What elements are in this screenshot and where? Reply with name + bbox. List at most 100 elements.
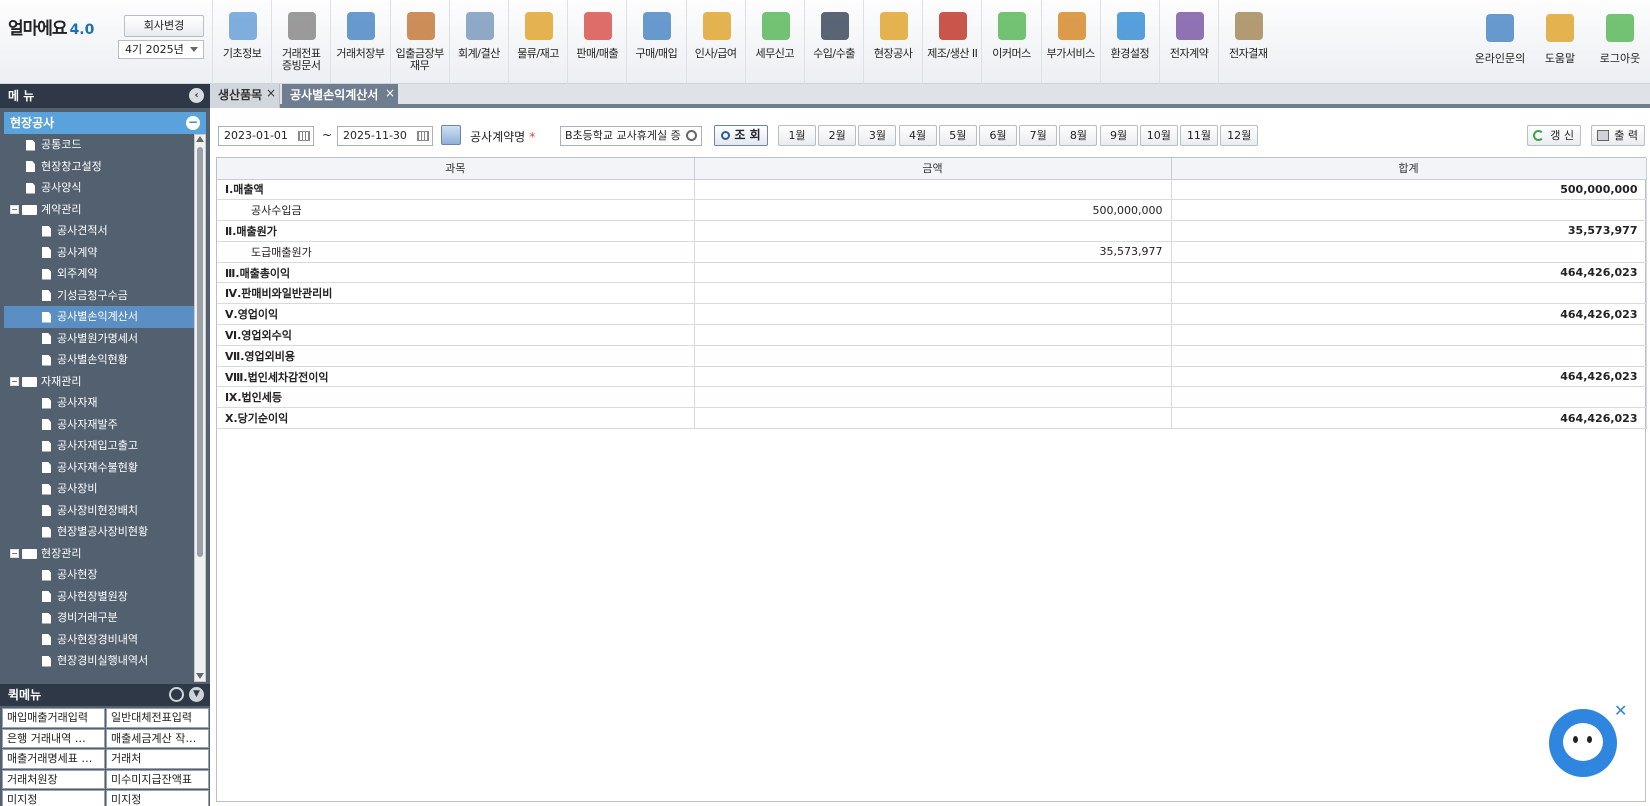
fiscal-period-select[interactable]: 4기 2025년 <box>118 40 204 59</box>
menu-item[interactable]: 공사자재수불현황 <box>4 457 194 479</box>
menu-item[interactable]: 공사별원가명세서 <box>4 328 194 350</box>
menu-section-title[interactable]: 현장공사 − <box>4 112 206 134</box>
calendar-icon[interactable] <box>298 131 310 141</box>
quick-menu-item[interactable]: 미수미지급잔액표 <box>106 769 209 789</box>
tab-project-income-statement[interactable]: 공사별손익계산서 × <box>282 84 398 108</box>
table-row[interactable]: Ⅵ.영업외수익 <box>217 324 1647 346</box>
month-button-3[interactable]: 3월 <box>858 125 897 146</box>
quick-menu-item[interactable]: 은행 거래내역 … <box>2 728 105 748</box>
contract-name-input[interactable]: B초등학교 교사휴게실 증 <box>560 126 702 146</box>
module-16[interactable]: 환경설정 <box>1099 0 1159 84</box>
menu-folder[interactable]: − 계약관리 <box>4 199 194 221</box>
module-6[interactable]: 물류/재고 <box>507 0 567 84</box>
menu-item[interactable]: 외주계약 <box>4 263 194 285</box>
month-button-9[interactable]: 9월 <box>1099 125 1138 146</box>
module-4[interactable]: 입출금장부 재무 <box>389 0 449 84</box>
table-row[interactable]: 공사수입금 500,000,000 <box>217 199 1647 222</box>
menu-item[interactable]: 공사장비현장배치 <box>4 500 194 522</box>
month-button-1[interactable]: 1월 <box>778 125 816 146</box>
module-10[interactable]: 세무신고 <box>744 0 804 84</box>
menu-item[interactable]: 공통코드 <box>4 134 194 156</box>
menu-item[interactable]: 공사자재발주 <box>4 414 194 436</box>
month-button-8[interactable]: 8월 <box>1059 125 1098 146</box>
column-header-total[interactable]: 합계 <box>1171 158 1647 180</box>
module-3[interactable]: 거래처장부 <box>330 0 389 84</box>
table-row[interactable]: Ⅱ.매출원가 35,573,977 <box>217 220 1647 242</box>
table-row[interactable]: Ⅷ.법인세차감전이익 464,426,023 <box>217 366 1647 388</box>
menu-item[interactable]: 공사자재 <box>4 392 194 414</box>
date-from-input[interactable]: 2023-01-01 <box>218 126 314 146</box>
module-9[interactable]: 인사/급여 <box>685 0 745 84</box>
close-icon[interactable]: × <box>266 82 276 104</box>
menu-item[interactable]: 현장별공사장비현황 <box>4 521 194 543</box>
close-icon[interactable]: ✕ <box>1614 701 1627 720</box>
table-row[interactable]: 도급매출원가 35,573,977 <box>217 241 1647 263</box>
quick-menu-item[interactable]: 매입매출거래입력 <box>2 708 105 728</box>
menu-folder[interactable]: − 현장관리 <box>4 543 194 565</box>
menu-item[interactable]: 공사장비 <box>4 478 194 500</box>
module-18[interactable]: 전자결재 <box>1218 0 1277 84</box>
date-to-input[interactable]: 2025-11-30 <box>337 126 433 146</box>
scroll-thumb[interactable] <box>197 147 203 557</box>
quick-menu-item[interactable]: 일반대체전표입력 <box>106 708 209 728</box>
tab-production-items[interactable]: 생산품목 × <box>210 84 280 108</box>
menu-item[interactable]: 기성금청구수금 <box>4 285 194 307</box>
quick-menu-settings-icon[interactable] <box>169 687 184 702</box>
scroll-up-icon[interactable] <box>196 136 204 142</box>
quick-menu-item[interactable]: 미지정 <box>106 790 209 806</box>
menu-folder[interactable]: − 자재관리 <box>4 371 194 393</box>
menu-item[interactable]: 경비거래구분 <box>4 607 194 629</box>
table-row[interactable]: Ⅹ.당기순이익 464,426,023 <box>217 407 1647 430</box>
month-button-5[interactable]: 5월 <box>938 125 977 146</box>
refresh-button[interactable]: 갱 신 <box>1527 125 1581 146</box>
collapse-section-icon[interactable]: − <box>186 116 200 130</box>
month-button-6[interactable]: 6월 <box>979 125 1017 146</box>
module-17[interactable]: 전자계약 <box>1159 0 1218 84</box>
menu-item[interactable]: 현장창고설정 <box>4 156 194 178</box>
scroll-down-icon[interactable] <box>196 673 204 679</box>
month-button-4[interactable]: 4월 <box>898 125 937 146</box>
utility-2[interactable]: 도움말 <box>1530 0 1590 84</box>
menu-item[interactable]: 공사별손익현황 <box>4 349 194 371</box>
month-button-10[interactable]: 10월 <box>1139 125 1178 146</box>
module-7[interactable]: 판매/매출 <box>567 0 626 84</box>
quick-menu-item[interactable]: 매출세금계산 작… <box>106 728 209 748</box>
menu-item[interactable]: 공사견적서 <box>4 220 194 242</box>
menu-item[interactable]: 현장경비실행내역서 <box>4 650 194 672</box>
column-header-subject[interactable]: 과목 <box>217 158 695 180</box>
utility-1[interactable]: 온라인문의 <box>1470 0 1530 84</box>
menu-item[interactable]: 공사현장별원장 <box>4 586 194 608</box>
search-button[interactable]: 조 회 <box>714 125 768 146</box>
quick-menu-item[interactable]: 미지정 <box>2 790 105 806</box>
chatbot-bear-icon[interactable] <box>1549 709 1617 777</box>
menu-item[interactable]: 공사양식 <box>4 177 194 199</box>
quick-menu-item[interactable]: 거래처원장 <box>2 769 105 789</box>
quick-menu-item[interactable]: 거래처 <box>106 749 209 769</box>
collapse-toggle-icon[interactable]: − <box>10 205 19 214</box>
period-picker-icon[interactable] <box>441 125 461 145</box>
module-1[interactable]: 기초정보 <box>212 0 271 84</box>
module-13[interactable]: 제조/생산 II <box>922 0 981 84</box>
module-15[interactable]: 부가서비스 <box>1040 0 1100 84</box>
print-button[interactable]: 출 력 <box>1591 125 1645 146</box>
menu-item[interactable]: 공사계약 <box>4 242 194 264</box>
month-button-7[interactable]: 7월 <box>1019 125 1058 146</box>
table-row[interactable]: Ⅲ.매출총이익 464,426,023 <box>217 262 1647 284</box>
close-icon[interactable]: × <box>385 82 395 104</box>
menu-item[interactable]: 공사현장 <box>4 564 194 586</box>
quick-menu-item[interactable]: 매출거래명세표 … <box>2 749 105 769</box>
calendar-icon[interactable] <box>417 131 429 141</box>
utility-3[interactable]: 로그아웃 <box>1590 0 1650 84</box>
module-14[interactable]: 이커머스 <box>981 0 1040 84</box>
table-row[interactable]: Ⅳ.판매비와일반관리비 <box>217 282 1647 305</box>
month-button-12[interactable]: 12월 <box>1220 125 1259 146</box>
module-8[interactable]: 구매/매입 <box>626 0 685 84</box>
module-5[interactable]: 회계/결산 <box>448 0 508 84</box>
menu-item[interactable]: 공사현장경비내역 <box>4 629 194 651</box>
tree-scrollbar[interactable] <box>194 134 206 682</box>
table-row[interactable]: Ⅸ.법인세등 <box>217 386 1647 409</box>
column-header-amount[interactable]: 금액 <box>694 158 1172 180</box>
table-row[interactable]: Ⅰ.매출액 500,000,000 <box>217 179 1647 201</box>
change-company-button[interactable]: 회사변경 <box>124 15 204 37</box>
menu-item[interactable]: 공사별손익계산서 <box>4 306 194 328</box>
